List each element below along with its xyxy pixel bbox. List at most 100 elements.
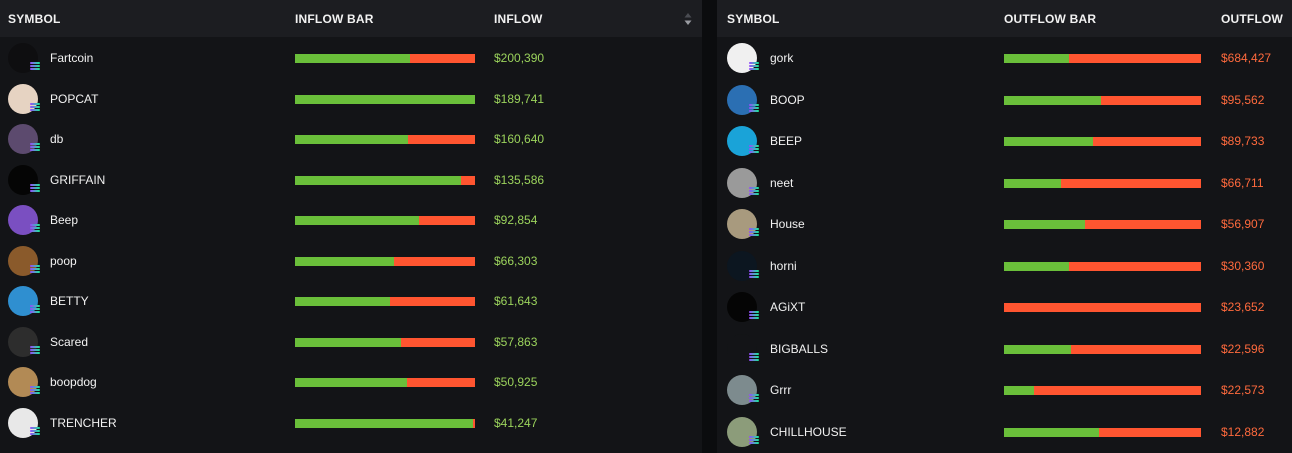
bar-green-segment [295, 418, 474, 428]
table-row[interactable]: poop $66,303 [0, 241, 702, 281]
table-row[interactable]: Scared $57,863 [0, 322, 702, 362]
bar-green-segment [295, 297, 391, 306]
token-symbol[interactable]: Grrr [770, 383, 791, 397]
solana-icon [30, 386, 40, 395]
bar-red-segment [1004, 303, 1201, 312]
bar-red-segment [401, 337, 475, 347]
solana-icon [749, 62, 759, 71]
solana-icon [30, 426, 40, 436]
panel-divider [702, 0, 717, 453]
inflow-value: $135,586 [494, 172, 545, 187]
table-row[interactable]: Fartcoin $200,390 [0, 38, 702, 78]
outflow-table-header: SYMBOL OUTFLOW BAR OUTFLOW [717, 0, 1292, 37]
inflow-value: $50,925 [494, 375, 538, 389]
solana-icon [749, 352, 759, 362]
bar-green-segment [1004, 54, 1069, 63]
table-row[interactable]: BEEP $89,733 [717, 121, 1292, 161]
inflow-bar [295, 135, 475, 144]
table-row[interactable]: House $56,907 [717, 204, 1292, 244]
bar-green-segment [1004, 344, 1071, 354]
outflow-value: $684,427 [1221, 51, 1272, 65]
outflow-bar [1004, 261, 1201, 271]
token-symbol[interactable]: GRIFFAIN [50, 173, 105, 187]
solana-icon [30, 305, 40, 314]
table-row[interactable]: Beep $92,854 [0, 200, 702, 240]
solana-icon [749, 435, 759, 445]
symbol-column-header[interactable]: SYMBOL [727, 12, 780, 26]
bar-green-segment [295, 175, 461, 185]
outflow-bar [1004, 95, 1201, 105]
outflow-value: $30,360 [1221, 258, 1265, 273]
bar-green-segment [295, 135, 409, 144]
table-row[interactable]: neet $66,711 [717, 163, 1292, 203]
table-row[interactable]: gork $684,427 [717, 38, 1292, 78]
table-row[interactable]: db $160,640 [0, 119, 702, 159]
solana-icon [30, 224, 40, 233]
outflow-table: SYMBOL OUTFLOW BAR OUTFLOW gork $684,427 B… [717, 0, 1292, 453]
outflow-value: $23,652 [1221, 300, 1265, 314]
table-row[interactable]: BOOP $95,562 [717, 80, 1292, 120]
bar-green-segment [295, 378, 407, 387]
outflow-value: $12,882 [1221, 424, 1265, 439]
bar-red-segment [408, 135, 475, 144]
sort-arrows-icon[interactable] [683, 11, 693, 27]
bar-red-segment [390, 297, 475, 306]
token-symbol[interactable]: BEEP [770, 134, 802, 148]
symbol-column-header[interactable]: SYMBOL [8, 12, 61, 26]
inflow-value: $66,303 [494, 253, 538, 268]
table-row[interactable]: horni $30,360 [717, 246, 1292, 286]
token-symbol[interactable]: neet [770, 176, 793, 190]
table-row[interactable]: AGiXT $23,652 [717, 287, 1292, 327]
table-row[interactable]: GRIFFAIN $135,586 [0, 160, 702, 200]
token-symbol[interactable]: BETTY [50, 294, 89, 308]
bar-green-segment [1004, 427, 1099, 437]
table-row[interactable]: POPCAT $189,741 [0, 79, 702, 119]
table-row[interactable]: TRENCHER $41,247 [0, 403, 702, 443]
token-symbol[interactable]: AGiXT [770, 300, 805, 314]
token-symbol[interactable]: Fartcoin [50, 51, 93, 65]
token-symbol[interactable]: POPCAT [50, 92, 98, 106]
token-symbol[interactable]: BIGBALLS [770, 342, 828, 356]
bar-red-segment [1069, 261, 1201, 271]
inflow-value: $200,390 [494, 51, 545, 65]
table-row[interactable]: BIGBALLS $22,596 [717, 329, 1292, 369]
table-row[interactable]: boopdog $50,925 [0, 362, 702, 402]
token-symbol[interactable]: gork [770, 51, 793, 65]
bar-red-segment [1098, 427, 1201, 437]
outflow-value: $89,733 [1221, 134, 1265, 148]
outflow-value: $95,562 [1221, 92, 1265, 107]
bar-red-segment [394, 256, 475, 266]
outflow-column-header[interactable]: OUTFLOW [1221, 12, 1283, 26]
inflow-value: $41,247 [494, 415, 538, 430]
bar-green-segment [1004, 178, 1062, 188]
bar-green-segment [1004, 261, 1069, 271]
token-symbol[interactable]: db [50, 132, 63, 146]
outflow-bar-column-header[interactable]: OUTFLOW BAR [1004, 12, 1096, 26]
table-row[interactable]: CHILLHOUSE $12,882 [717, 412, 1292, 452]
inflow-bar-column-header[interactable]: INFLOW BAR [295, 12, 374, 26]
bar-green-segment [295, 216, 420, 225]
token-symbol[interactable]: BOOP [770, 93, 805, 107]
solana-icon [30, 62, 40, 71]
inflow-column-header[interactable]: INFLOW [494, 12, 543, 26]
bar-red-segment [1100, 95, 1201, 105]
token-symbol[interactable]: House [770, 217, 805, 231]
token-symbol[interactable]: CHILLHOUSE [770, 425, 847, 439]
bar-red-segment [1070, 344, 1201, 354]
inflow-value: $92,854 [494, 213, 538, 227]
inflow-bar [295, 175, 475, 185]
table-row[interactable]: Grrr $22,573 [717, 370, 1292, 410]
token-symbol[interactable]: horni [770, 259, 797, 273]
token-symbol[interactable]: poop [50, 254, 77, 268]
bar-green-segment [1004, 95, 1101, 105]
solana-icon [30, 183, 40, 193]
inflow-value: $160,640 [494, 132, 545, 146]
solana-icon [749, 394, 759, 403]
token-symbol[interactable]: Scared [50, 335, 88, 349]
bar-red-segment [406, 378, 475, 387]
bar-green-segment [1004, 386, 1034, 395]
token-symbol[interactable]: boopdog [50, 375, 97, 389]
table-row[interactable]: BETTY $61,643 [0, 281, 702, 321]
token-symbol[interactable]: TRENCHER [50, 416, 117, 430]
token-symbol[interactable]: Beep [50, 213, 78, 227]
